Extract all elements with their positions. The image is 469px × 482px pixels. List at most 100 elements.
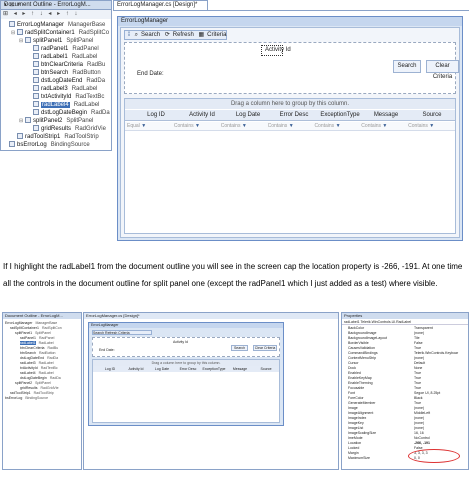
tree-node[interactable]: dstLogDateBegin RadDa [27,109,110,117]
filter-cell[interactable]: Contains ▼ [314,122,361,130]
document-outline-toolbar[interactable]: ⊞ ◂ ▸ ↑ ↓ ◂ ▸ ↑ ↓ [0,10,112,19]
grid-header-row: Log ID Activity Id Log Date Error Desc Excep… [125,110,455,121]
tab-design[interactable]: ErrorLogManager.cs [Design]* [113,0,208,10]
column-header-small[interactable]: Activity Id [123,366,149,372]
filter-icon[interactable]: ▼ [242,123,247,129]
column-header[interactable]: Source [409,110,455,120]
filter-cell[interactable]: Equal ▼ [127,122,174,130]
document-outline-titlebar[interactable]: Document Outline - ErrorLogM... ▾ ⊡ × [0,0,112,10]
column-header[interactable]: Log ID [133,110,179,120]
filter-icon[interactable]: ▼ [289,123,294,129]
column-header-small[interactable]: ExceptionType [201,366,227,372]
tree-node-type: RadButton [38,351,56,355]
label-end-date-small[interactable]: End Date: [99,348,115,352]
tree-node[interactable]: txtActivityId RadTextBc [27,93,104,101]
tree-node[interactable]: ⊟ splitPanel1 SplitPanel [19,37,93,45]
tool-strip-small[interactable]: Search Refresh Criteria [92,330,152,335]
tree-node[interactable]: btnClearCriteria RadBu [27,61,105,69]
column-header[interactable]: Message [363,110,409,120]
filter-operator: Contains [361,123,383,129]
column-header[interactable]: ExceptionType [317,110,363,120]
tree-node-type: RadPanel [72,46,99,52]
form-errorlogmanager-small[interactable]: ErrorLogManager Search Refresh Criteria … [88,322,284,426]
tree-node-type: SplitPanel [66,38,94,44]
split-panel-criteria[interactable]: Activity Id End Date: Search Clear Crite… [124,42,459,94]
filter-cell[interactable]: Contains ▼ [174,122,221,130]
clear-criteria-button[interactable]: Clear Criteria [426,60,459,80]
tree-node-small[interactable]: bsErrorLog BindingSource [5,396,48,401]
tree-node[interactable]: radToolStrip1 RadToolStrip [11,133,99,141]
form-errorlogmanager[interactable]: ErrorLogManager ⁞ ⌕ Search ⟳ Refresh ▦ Crit… [117,16,463,241]
search-icon: ⌕ [134,32,139,38]
split-panel-criteria-small[interactable]: Activity Id End Date: Search Clear Crite… [92,337,280,357]
filter-icon[interactable]: ▼ [195,123,200,129]
tree-node-name: radLabel1 [41,54,68,60]
filter-icon[interactable]: ▼ [141,123,146,129]
tree-node-name: bsErrorLog [17,142,47,148]
control-icon [33,69,39,76]
tree-node[interactable]: radLabel3 RadLabel [27,85,97,93]
clear-criteria-button-small[interactable]: Clear Criteria [253,345,277,351]
properties-object-selector[interactable]: radLabel1 Telerik.WinControls.UI.RadLabe… [342,319,468,325]
tree-node[interactable]: bsErrorLog BindingSource [3,141,90,149]
search-button[interactable]: Search [393,60,421,73]
tree-node-name: radSplitContainer1 [25,30,75,36]
tree-node[interactable]: radLabel1 RadLabel [27,53,97,61]
label-activity-id-small[interactable]: Activity Id [173,340,188,344]
control-icon [9,141,15,148]
tree-node[interactable]: ⊟ radSplitContainer1 RadSplitCo [11,29,109,37]
group-panel[interactable]: Drag a column here to group by this colu… [125,99,455,109]
tree-node-type: RadDa [49,376,61,380]
tab-design-small[interactable]: ErrorLogManager.cs [Design]* [84,313,338,319]
tree-node-type: RadDa [47,356,59,360]
toolstrip-criteria-button[interactable]: Criteria [207,32,226,38]
column-header[interactable]: Activity Id [179,110,225,120]
document-outline-tree[interactable]: ErrorLogManager ManagerBase ⊟ radSplitConta… [0,19,112,151]
label-activity-id[interactable]: Activity Id [265,47,291,53]
filter-icon[interactable]: ▼ [429,123,434,129]
label-end-date[interactable]: End Date: [137,71,164,77]
tree-node-name: dstLogDateEnd [20,356,45,360]
tree-node-type: RadLabel [71,54,98,60]
control-icon [33,101,39,108]
filter-cell[interactable]: Contains ▼ [221,122,268,130]
tree-node[interactable]: radLabel4 RadLabel [27,101,99,109]
filter-cell[interactable]: Contains ▼ [361,122,408,130]
tree-node-name: btnClearCriteria [41,62,84,68]
tree-node[interactable]: btnSearch RadButton [27,69,101,77]
filter-cell[interactable]: Contains ▼ [268,122,315,130]
tree-node-name: dstLogDateBegin [41,110,88,116]
tree-node-type: RadGridVie [75,126,106,132]
column-header-small[interactable]: Log ID [97,366,123,372]
search-button-small[interactable]: Search [231,345,248,351]
column-header-small[interactable]: Log Date [149,366,175,372]
tree-node[interactable]: ErrorLogManager ManagerBase [3,21,105,29]
column-header-small[interactable]: Source [253,366,279,372]
designer-surface-small: ErrorLogManager.cs [Design]* ErrorLogMan… [83,312,339,470]
column-header-small[interactable]: Error Desc [175,366,201,372]
filter-cell[interactable]: Contains ▼ [408,122,455,130]
filter-icon[interactable]: ▼ [336,123,341,129]
properties-window[interactable]: Properties radLabel1 Telerik.WinControls… [341,312,469,470]
tree-node-name: dstLogDateEnd [41,78,83,84]
tree-node[interactable]: ⊟ splitPanel2 SplitPanel [19,117,93,125]
tree-node[interactable]: gridResults RadGridVie [27,125,106,133]
results-grid-small[interactable]: Drag a column here to group by this colu… [92,359,280,423]
tree-node[interactable]: radPanel1 RadPanel [27,45,99,53]
tree-node[interactable]: dstLogDateEnd RadDa [27,77,105,85]
column-header-small[interactable]: Message [227,366,253,372]
filter-icon[interactable]: ▼ [382,123,387,129]
toolstrip-refresh-button[interactable]: Refresh [173,32,194,38]
results-grid[interactable]: Drag a column here to group by this colu… [124,98,456,234]
control-icon [9,21,15,28]
document-outline-small[interactable]: Document Outline - ErrorLogM... ErrorLog… [2,312,82,470]
tree-node-name: txtActivityId [41,94,72,100]
tree-node-type: RadBu [87,62,106,68]
tree-node-type: RadLabel [71,86,98,92]
pane-buttons[interactable]: ▾ ⊡ × [4,2,109,8]
column-header[interactable]: Log Date [225,110,271,120]
toolstrip-search-button[interactable]: Search [141,32,160,38]
tool-strip[interactable]: ⁞ ⌕ Search ⟳ Refresh ▦ Criteria [124,30,227,40]
tree-node-type: ManagerBase [35,321,58,325]
column-header[interactable]: Error Desc [271,110,317,120]
